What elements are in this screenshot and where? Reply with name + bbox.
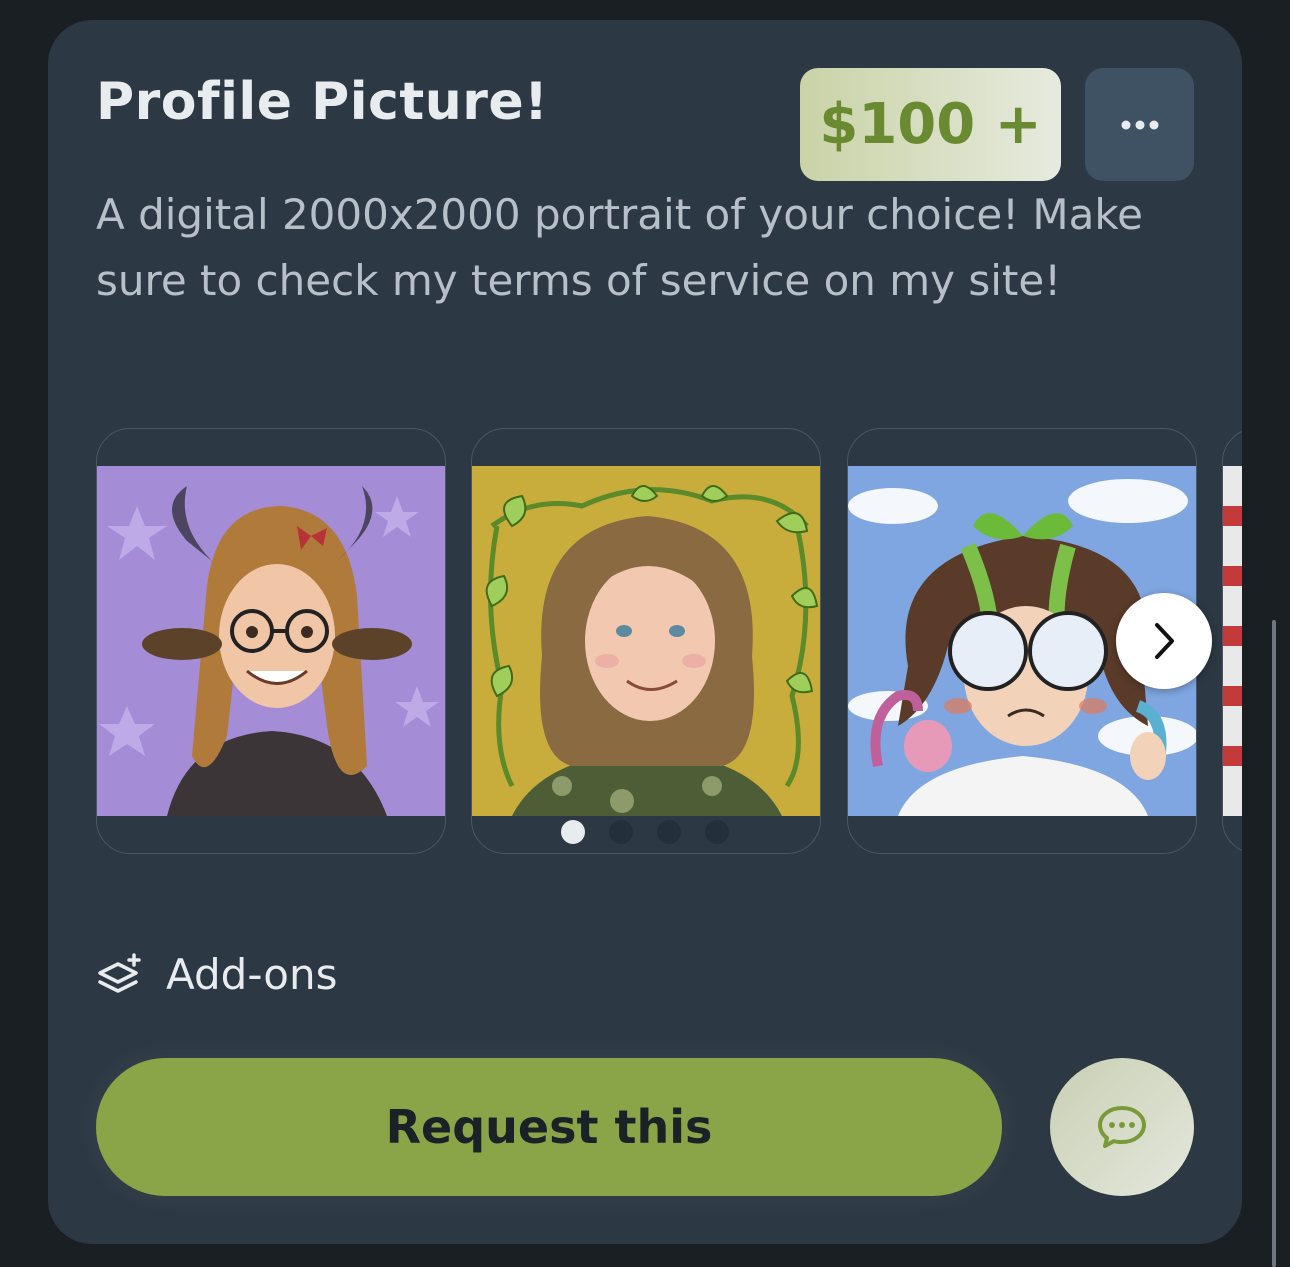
chevron-right-icon [1155,623,1174,659]
image-carousel[interactable] [96,428,1242,854]
carousel-slide[interactable] [471,428,821,854]
commission-card: Profile Picture! $100 + A digital 2000x2… [48,20,1242,1244]
pagination-dot[interactable] [609,820,633,844]
carousel-slide[interactable] [1222,428,1242,854]
page-scrollbar[interactable] [1272,620,1276,1267]
chat-button[interactable] [1050,1058,1194,1196]
chat-bubble-icon [1098,1106,1146,1148]
card-title: Profile Picture! [96,72,549,132]
ellipsis-icon [1121,120,1158,129]
carousel-pagination [561,820,729,844]
portrait-horned-girl-glasses-image [97,466,445,816]
portrait-striped-partial-image [1223,466,1242,816]
pagination-dot[interactable] [561,820,585,844]
more-options-button[interactable] [1085,68,1194,181]
pagination-dot[interactable] [705,820,729,844]
price-button[interactable]: $100 + [800,68,1061,181]
request-this-button[interactable]: Request this [96,1058,1002,1196]
carousel-slide[interactable] [96,428,446,854]
pagination-dot[interactable] [657,820,681,844]
addons-row[interactable]: Add-ons [96,950,337,999]
card-description: A digital 2000x2000 portrait of your cho… [96,190,1143,305]
layers-plus-icon [98,952,141,993]
portrait-vines-woman-image [472,466,820,816]
carousel-next-button[interactable] [1116,593,1212,689]
addons-label: Add-ons [166,950,338,999]
